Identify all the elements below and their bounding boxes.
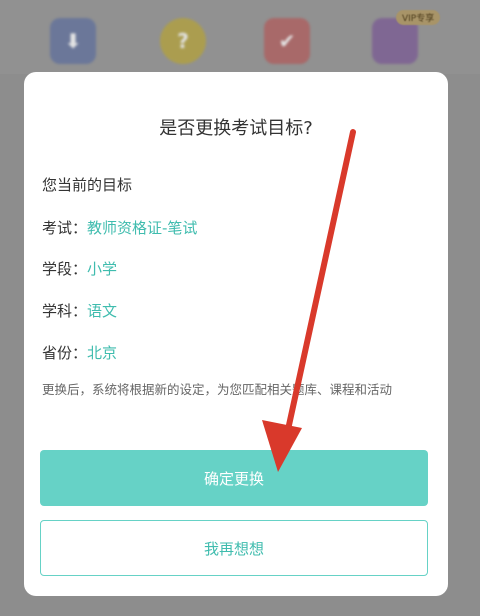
stage-label: 学段：: [42, 260, 88, 278]
subject-row: 学科：语文: [42, 300, 117, 321]
background-app-bar: ⬇ ? ✔ VIP专享: [0, 0, 480, 74]
exam-value: 教师资格证-笔试: [87, 219, 198, 237]
province-value: 北京: [87, 344, 118, 362]
checkmark-icon: ✔: [264, 18, 310, 64]
exam-label: 考试：: [42, 219, 88, 237]
change-target-dialog: 是否更换考试目标? 您当前的目标 考试：教师资格证-笔试 学段：小学 学科：语文…: [24, 72, 448, 596]
dialog-title: 是否更换考试目标?: [159, 118, 313, 139]
download-icon: ⬇: [50, 18, 96, 64]
reconsider-button[interactable]: 我再想想: [40, 520, 428, 576]
subject-label: 学科：: [42, 302, 88, 320]
change-note: 更换后，系统将根据新的设定，为您匹配相关题库、课程和活动: [42, 382, 393, 397]
stage-row: 学段：小学: [42, 258, 117, 279]
exam-row: 考试：教师资格证-笔试: [42, 217, 197, 238]
province-row: 省份：北京: [42, 342, 117, 363]
subject-value: 语文: [87, 302, 118, 320]
current-target-heading: 您当前的目标: [42, 176, 133, 194]
vip-badge: VIP专享: [396, 10, 441, 25]
question-icon: ?: [160, 18, 206, 64]
confirm-change-button[interactable]: 确定更换: [40, 450, 428, 506]
province-label: 省份：: [42, 344, 88, 362]
stage-value: 小学: [87, 260, 118, 278]
